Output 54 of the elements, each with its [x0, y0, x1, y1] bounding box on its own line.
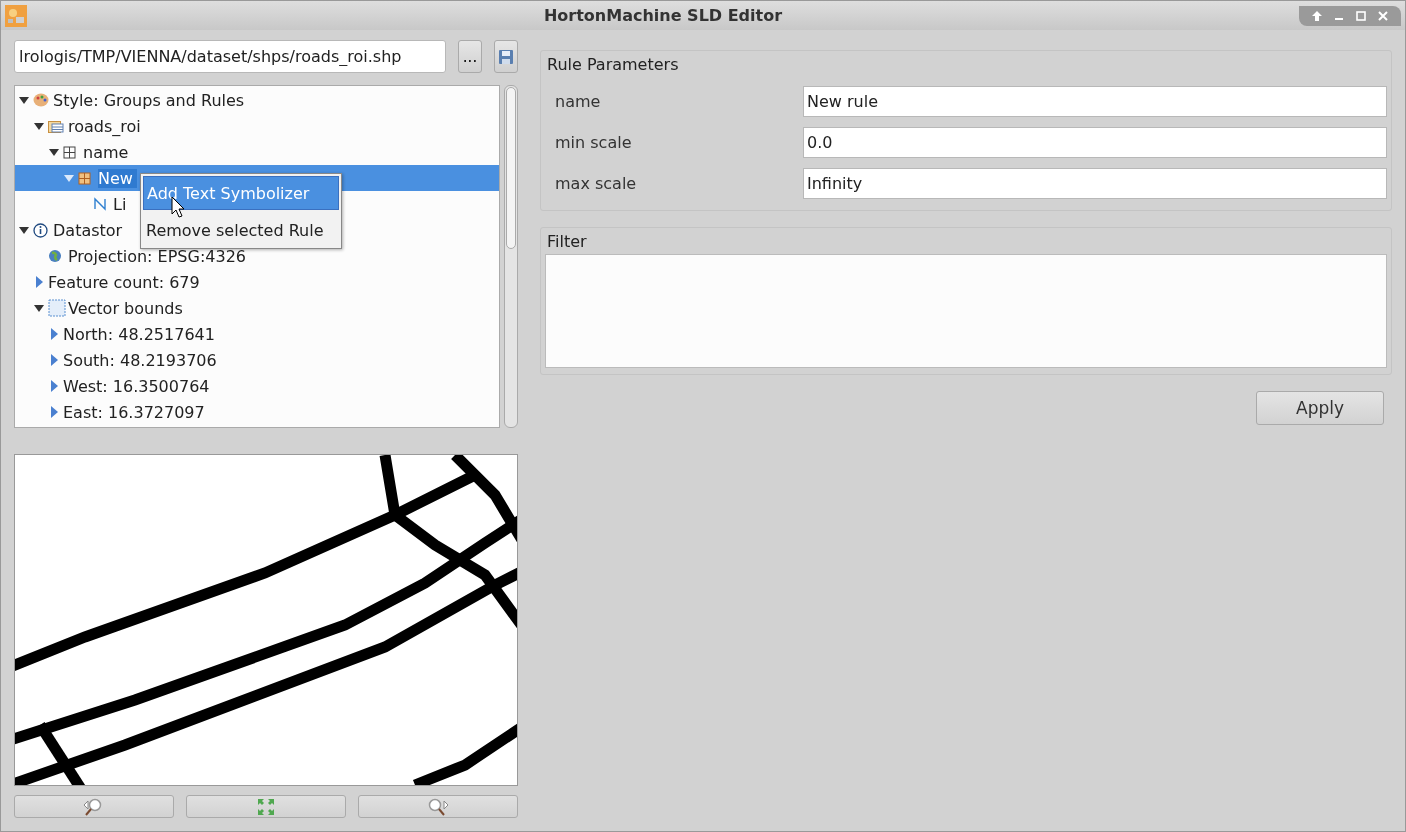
tree-item[interactable]: Projection: EPSG:4326 [68, 246, 246, 266]
palette-icon [33, 93, 49, 107]
collapse-arrow-icon[interactable] [19, 225, 29, 235]
tree-item[interactable]: Style: Groups and Rules [53, 90, 245, 110]
expand-arrow-icon[interactable] [34, 276, 44, 288]
save-icon [498, 48, 514, 65]
grid-icon [63, 145, 76, 159]
tree-item[interactable]: East: 16.3727097 [63, 402, 205, 422]
collapse-arrow-icon[interactable] [34, 121, 44, 131]
group-title: Filter [547, 232, 587, 251]
tree-item[interactable]: Vector bounds [68, 298, 183, 318]
grid-icon [78, 171, 91, 185]
group-title: Rule Parameters [547, 55, 679, 74]
bounds-icon [48, 299, 66, 317]
scrollbar[interactable] [504, 85, 518, 428]
info-icon [33, 222, 48, 238]
tree-item[interactable]: South: 48.2193706 [63, 350, 217, 370]
line-icon [93, 197, 107, 211]
tree-item[interactable]: Li [113, 194, 127, 214]
field-label: min scale [554, 133, 633, 152]
window-title: HortonMachine SLD Editor [542, 6, 784, 25]
input-field[interactable]: Infinity [803, 168, 1387, 199]
apply-button[interactable]: Apply [1256, 391, 1384, 425]
table-icon [48, 119, 64, 133]
expand-arrow-icon[interactable] [49, 406, 59, 418]
tree-item[interactable]: Feature count: 679 [48, 272, 200, 292]
zoom-in-icon [427, 797, 449, 816]
browse-button[interactable]: ... [458, 40, 482, 73]
tree-item[interactable]: name [83, 142, 129, 162]
collapse-arrow-icon[interactable] [49, 147, 59, 157]
field-label: name [554, 92, 602, 111]
close-icon[interactable] [1377, 9, 1389, 22]
tree-item[interactable]: North: 48.2517641 [63, 324, 215, 344]
save-button[interactable] [494, 40, 518, 73]
globe-icon [48, 249, 62, 263]
tree-item[interactable]: West: 16.3500764 [63, 376, 210, 396]
input-field[interactable]: New rule [803, 86, 1387, 117]
file-path-field[interactable]: lrologis/TMP/VIENNA/dataset/shps/roads_roi.shp [14, 40, 446, 73]
keep-above-icon[interactable] [1311, 9, 1323, 22]
zoom-extent-button[interactable] [186, 795, 346, 818]
expand-arrow-icon[interactable] [49, 328, 59, 340]
tree-item[interactable]: New [98, 168, 137, 188]
expand-arrow-icon[interactable] [49, 380, 59, 392]
field-label: max scale [554, 174, 638, 193]
app-icon [5, 4, 27, 27]
input-field[interactable]: 0.0 [803, 127, 1387, 158]
collapse-arrow-icon[interactable] [34, 303, 44, 313]
tree-item[interactable]: roads_roi [68, 116, 141, 136]
maximize-icon[interactable] [1355, 9, 1367, 22]
tree-item[interactable]: Datastor [53, 220, 123, 240]
expand-arrow-icon[interactable] [49, 354, 59, 366]
expand-arrows-icon [257, 797, 275, 816]
menu-item[interactable]: Remove selected Rule [143, 214, 339, 246]
collapse-arrow-icon[interactable] [19, 95, 29, 105]
